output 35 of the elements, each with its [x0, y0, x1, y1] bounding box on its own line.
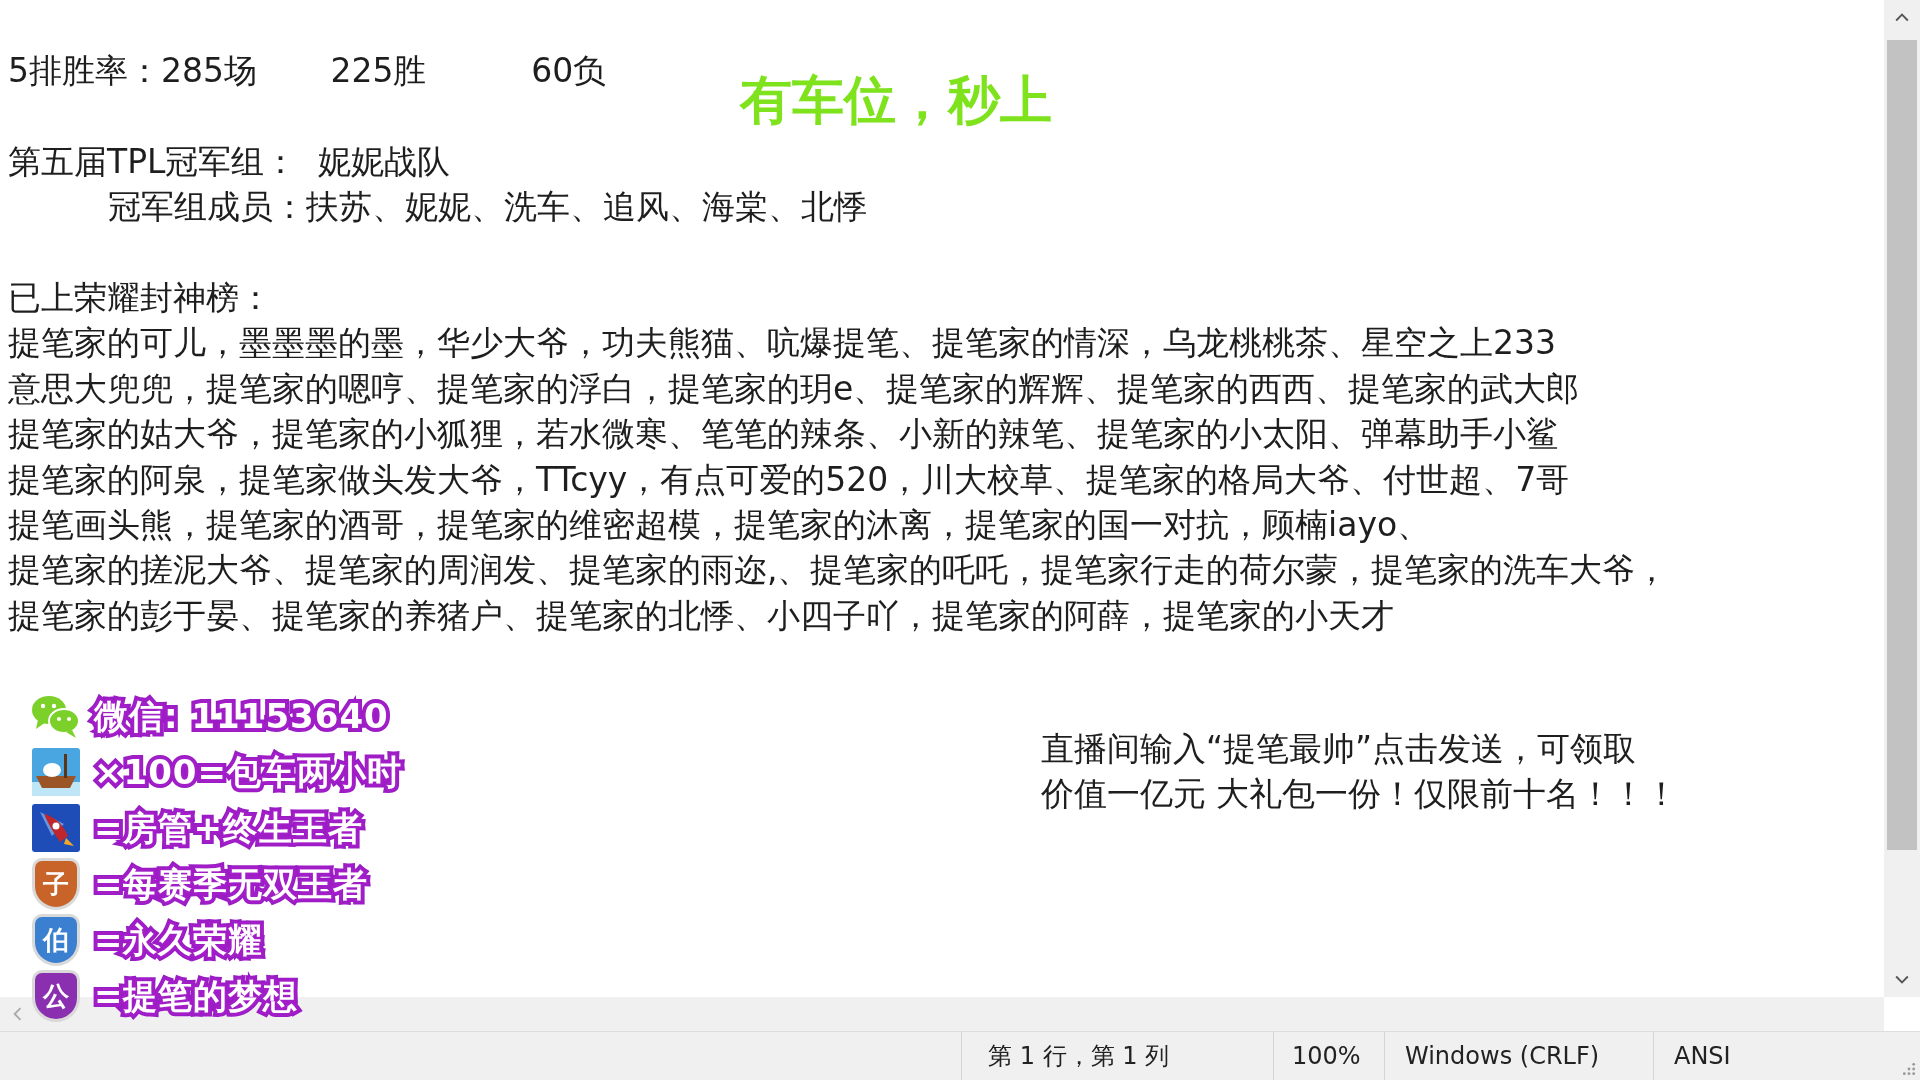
reward-label: ×100=包车两小时	[89, 746, 407, 798]
scroll-up-icon[interactable]	[1895, 12, 1909, 22]
text-line: 意思大兜兜，提笔家的嗯哼、提笔家的浮白，提笔家的玥e、提笔家的辉辉、提笔家的西西、提笔家的武大郎	[8, 368, 1580, 408]
text-line: 提笔画头熊，提笔家的酒哥，提笔家的维密超模，提笔家的沐离，提笔家的国一对抗，顾楠iayo、	[8, 504, 1431, 544]
boat-icon	[30, 746, 82, 798]
text-line: 提笔家的阿泉，提笔家做头发大爷，TTcyy，有点可爱的520，川大校草、提笔家的格局大爷、付世超、7哥	[8, 459, 1570, 499]
reward-label: =提笔的梦想	[89, 970, 304, 1022]
promo-text: 价值一亿元 大礼包一份！仅限前十名！！！	[1041, 773, 1679, 816]
text-line: 提笔家的彭于晏、提笔家的养猪户、提笔家的北悸、小四子吖，提笔家的阿薛，提笔家的小天才	[8, 595, 1394, 635]
text-line: 第五届TPL冠军组： 妮妮战队	[8, 141, 451, 181]
resize-grip-icon[interactable]	[1902, 1062, 1916, 1076]
rocket-icon	[30, 802, 82, 854]
line-ending: Windows (CRLF)	[1384, 1032, 1653, 1080]
encoding: ANSI	[1653, 1032, 1803, 1080]
zoom-level: 100%	[1273, 1032, 1384, 1080]
promo-text: 直播间输入“提笔最帅”点击发送，可领取	[1041, 728, 1638, 770]
cursor-position: 第 1 行，第 1 列	[961, 1032, 1273, 1080]
shield-badge-icon: 公	[32, 970, 80, 1022]
text-line: 已上荣耀封神榜：	[8, 277, 272, 317]
shield-badge-icon: 伯	[32, 914, 80, 966]
scroll-thumb[interactable]	[1887, 40, 1917, 850]
reward-label: =永久荣耀	[89, 914, 269, 966]
text-line: 提笔家的姑大爷，提笔家的小狐狸，若水微寒、笔笔的辣条、小新的辣笔、提笔家的小太阳、弹幕助手小鲨	[8, 414, 1559, 454]
text-line: 提笔家的可儿，墨墨墨的墨，华少大爷，功夫熊猫、吭爆提笔、提笔家的情深，乌龙桃桃茶、星空之上233	[8, 323, 1556, 363]
headline-overlay: 有车位，秒上	[740, 69, 1052, 132]
vertical-scrollbar[interactable]	[1884, 0, 1920, 997]
text-line: 5排胜率：285场 225胜 60负	[8, 51, 607, 90]
scroll-left-icon[interactable]	[12, 1007, 22, 1021]
text-line: 提笔家的搓泥大爷、提笔家的周润发、提笔家的雨迩,、提笔家的吒吒，提笔家行走的荷尔蒙，提笔家的洗车大爷，	[8, 550, 1669, 590]
reward-label: =房管+终生王者	[89, 802, 368, 854]
shield-badge-icon: 子	[32, 858, 80, 910]
reward-label: 微信: 11153640	[89, 690, 394, 742]
reward-label: =每赛季无双王者	[89, 858, 374, 910]
scroll-down-icon[interactable]	[1895, 975, 1909, 985]
text-line: 冠军组成员：扶苏、妮妮、洗车、追风、海棠、北悸	[108, 187, 867, 227]
